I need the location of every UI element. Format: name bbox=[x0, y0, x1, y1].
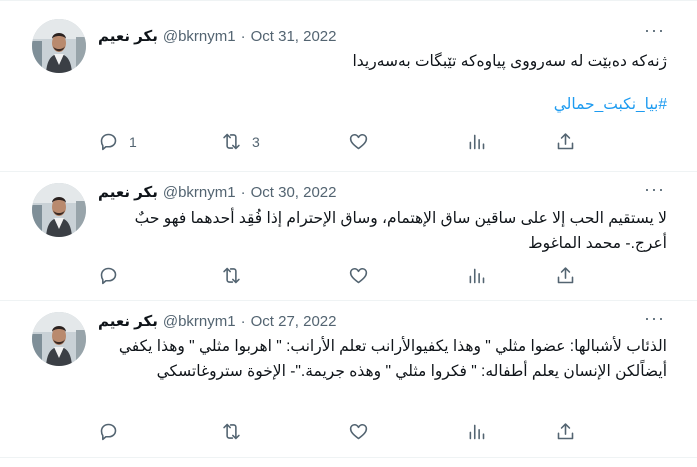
retweet-icon bbox=[223, 133, 240, 150]
retweet-button[interactable]: 3 bbox=[221, 131, 260, 152]
views-icon bbox=[469, 424, 485, 440]
share-icon bbox=[557, 423, 574, 440]
user-handle[interactable]: @bkrnym1 bbox=[163, 184, 236, 201]
reply-button[interactable] bbox=[98, 265, 129, 286]
display-name[interactable]: بكر نعيم bbox=[98, 312, 158, 330]
user-handle[interactable]: @bkrnym1 bbox=[163, 313, 236, 330]
tweet[interactable]: بكر نعيم @bkrnym1 · Oct 30, 2022 ··· لا … bbox=[0, 172, 697, 301]
tweet-actions bbox=[98, 421, 588, 445]
share-button[interactable] bbox=[555, 131, 576, 152]
views-button[interactable] bbox=[466, 265, 487, 286]
display-name[interactable]: بكر نعيم bbox=[98, 27, 158, 45]
tweet-date[interactable]: Oct 30, 2022 bbox=[251, 184, 337, 201]
views-icon bbox=[469, 134, 485, 150]
user-handle[interactable]: @bkrnym1 bbox=[163, 28, 236, 45]
like-icon bbox=[349, 267, 368, 284]
reply-button[interactable] bbox=[98, 421, 129, 442]
share-icon bbox=[557, 133, 574, 150]
tweet-header: بكر نعيم @bkrnym1 · Oct 27, 2022 bbox=[98, 311, 337, 331]
more-icon[interactable]: ··· bbox=[644, 309, 665, 327]
avatar[interactable] bbox=[32, 183, 86, 237]
display-name[interactable]: بكر نعيم bbox=[98, 183, 158, 201]
tweet-text: الذئاب لأشبالها: عضوا مثلي " وهذا يكفيوا… bbox=[118, 338, 667, 380]
tweet[interactable]: بكر نعيم @bkrnym1 · Oct 27, 2022 ··· الذ… bbox=[0, 301, 697, 458]
like-icon bbox=[349, 423, 368, 440]
more-icon[interactable]: ··· bbox=[644, 21, 665, 39]
like-icon bbox=[349, 133, 368, 150]
reply-icon bbox=[100, 133, 117, 151]
tweet-date[interactable]: Oct 27, 2022 bbox=[251, 313, 337, 330]
tweet[interactable]: بكر نعيم @bkrnym1 · Oct 31, 2022 ··· ژنە… bbox=[0, 0, 697, 172]
share-icon bbox=[557, 267, 574, 284]
views-icon bbox=[469, 268, 485, 284]
retweet-button[interactable] bbox=[221, 421, 252, 442]
retweet-icon bbox=[223, 423, 240, 440]
more-icon[interactable]: ··· bbox=[644, 180, 665, 198]
avatar[interactable] bbox=[32, 312, 86, 366]
retweet-count: 3 bbox=[252, 133, 260, 150]
share-button[interactable] bbox=[555, 421, 576, 442]
tweet-text: لا يستقيم الحب إلا على ساقين ساق الإهتما… bbox=[134, 210, 667, 252]
tweet-text: ژنەکە دەبێت لە سەرووی پیاوەکە تێبگات بەس… bbox=[352, 53, 667, 70]
retweet-button[interactable] bbox=[221, 265, 252, 286]
separator-dot: · bbox=[240, 27, 246, 45]
reply-icon bbox=[100, 423, 117, 441]
share-button[interactable] bbox=[555, 265, 576, 286]
separator-dot: · bbox=[240, 183, 246, 201]
hashtag-link[interactable]: #بيا_نكبت_حمالي bbox=[554, 95, 667, 114]
tweet-header: بكر نعيم @bkrnym1 · Oct 31, 2022 bbox=[98, 26, 337, 46]
retweet-icon bbox=[223, 267, 240, 284]
views-button[interactable] bbox=[466, 131, 487, 152]
reply-button[interactable]: 1 bbox=[98, 131, 137, 152]
tweet-date[interactable]: Oct 31, 2022 bbox=[251, 28, 337, 45]
tweet-actions: 1 3 bbox=[98, 131, 588, 155]
like-button[interactable] bbox=[348, 131, 379, 152]
like-button[interactable] bbox=[348, 421, 379, 442]
avatar[interactable] bbox=[32, 19, 86, 73]
like-button[interactable] bbox=[348, 265, 379, 286]
tweet-header: بكر نعيم @bkrnym1 · Oct 30, 2022 bbox=[98, 182, 337, 202]
separator-dot: · bbox=[240, 312, 246, 330]
reply-count: 1 bbox=[129, 133, 137, 150]
reply-icon bbox=[100, 267, 117, 285]
views-button[interactable] bbox=[466, 421, 487, 442]
tweet-actions bbox=[98, 265, 588, 289]
